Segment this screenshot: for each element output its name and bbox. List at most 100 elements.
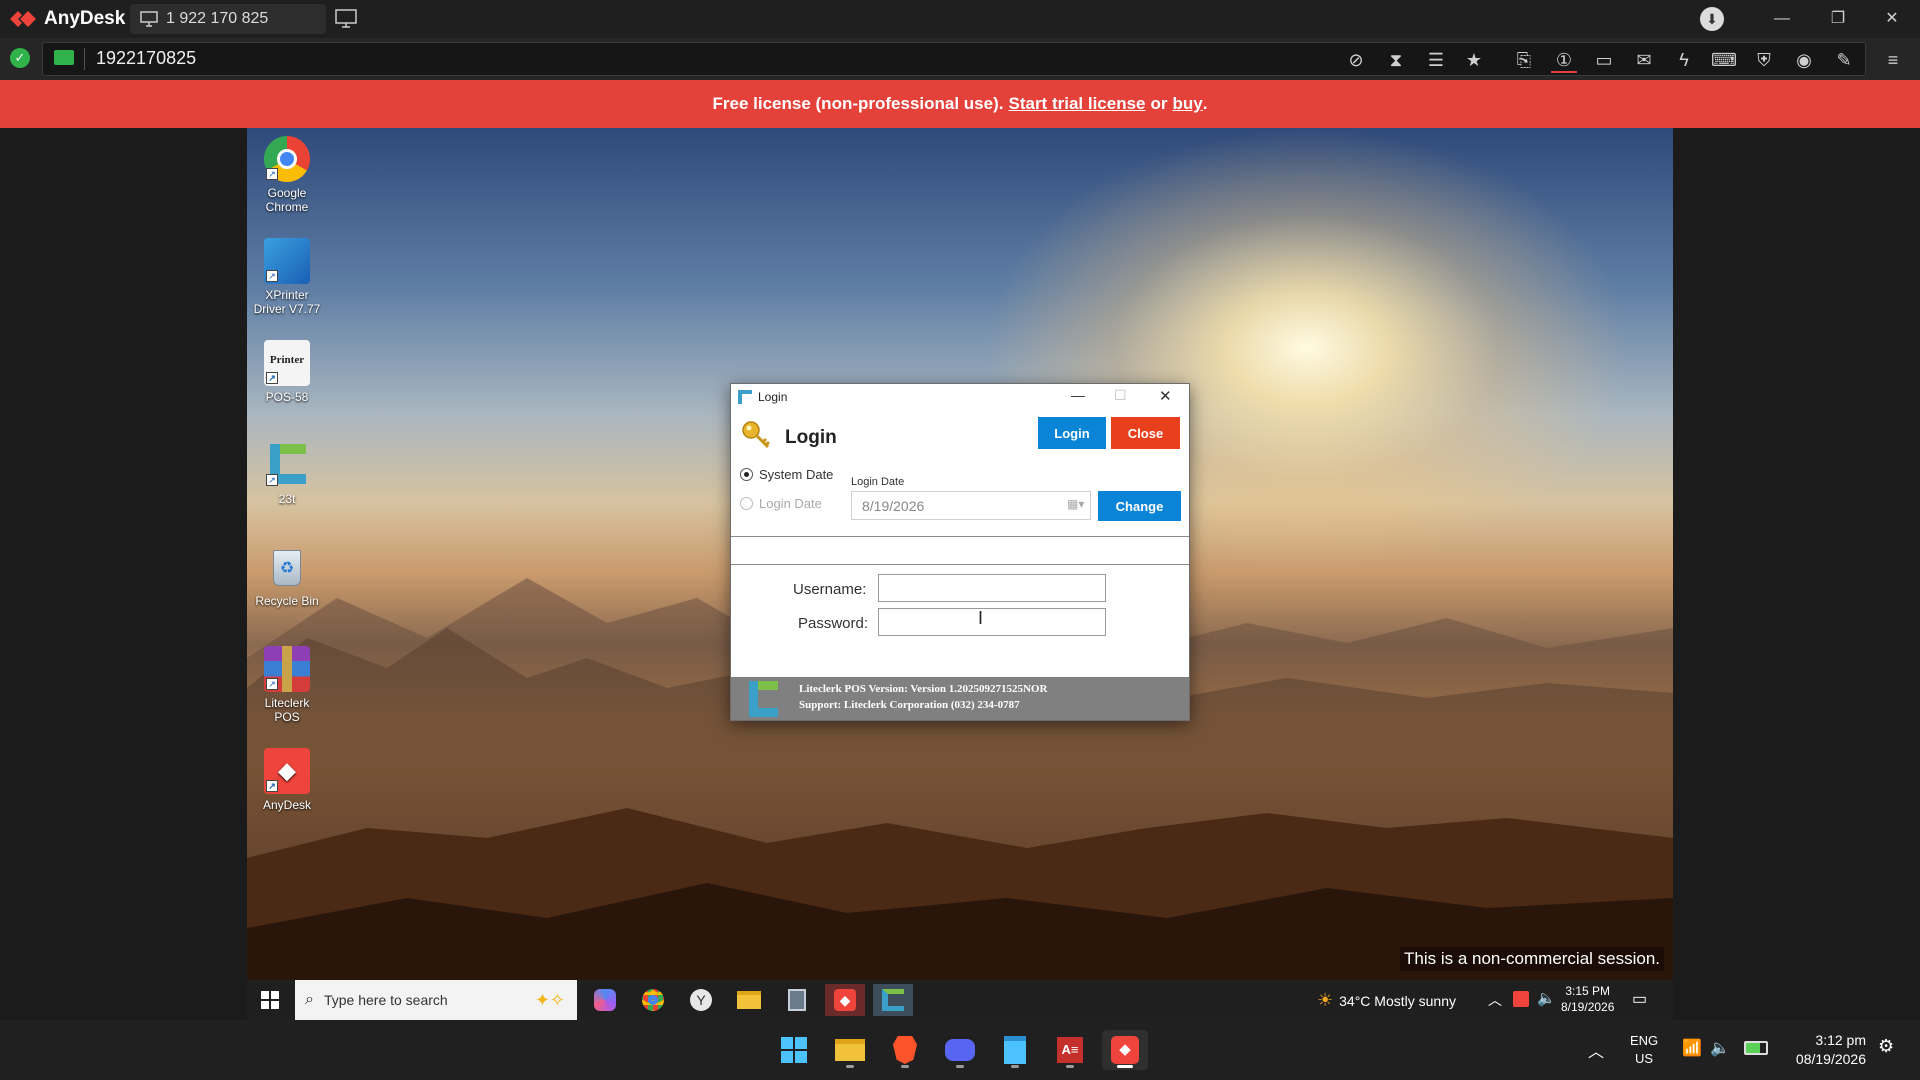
local-anydesk-icon[interactable]: ◆ [1102, 1030, 1148, 1070]
copilot-sparkle-icon: ✦✧ [534, 989, 565, 1010]
access-app-icon[interactable]: A≡ [1047, 1030, 1093, 1070]
remote-volume-icon[interactable]: 🔈 [1537, 989, 1556, 1007]
local-file-explorer-icon[interactable] [827, 1030, 873, 1070]
banner-text: Free license (non-professional use). [712, 94, 1004, 113]
remote-clock[interactable]: 3:15 PM 8/19/2026 [1561, 983, 1614, 1015]
desktop-icon-23t[interactable]: ↗ 23t [251, 442, 323, 506]
notification-center-icon[interactable]: ⚙ [1878, 1036, 1894, 1057]
desktop-icon-chrome[interactable]: ↗ Google Chrome [251, 136, 323, 214]
desktop-icon-label: AnyDesk [262, 798, 312, 812]
session-tab[interactable]: 1 922 170 825 [130, 4, 326, 34]
chat-icon[interactable]: ✉ [1631, 47, 1657, 73]
taskbar-chrome-icon[interactable] [633, 984, 673, 1016]
address-id[interactable]: 1922170825 [96, 48, 196, 69]
desktop-icon-label: Google Chrome [265, 186, 309, 214]
discord-icon[interactable] [937, 1030, 983, 1070]
download-icon[interactable]: ⬇ [1700, 7, 1724, 31]
keyboard-icon[interactable]: ⌨ [1711, 47, 1737, 73]
login-date-caption: Login Date [851, 476, 905, 488]
desktop-icon-anydesk[interactable]: ◆ ↗ AnyDesk [251, 748, 323, 812]
desktop-icon-label: Liteclerk POS [264, 696, 310, 724]
remote-tray-chevron-icon[interactable]: ︿ [1488, 990, 1502, 1010]
language-indicator[interactable]: ENG US [1630, 1032, 1658, 1068]
anydesk-titlebar: AnyDesk 1 922 170 825 ⬇ — ❐ ✕ [0, 0, 1920, 38]
login-date-option[interactable]: Login Date [740, 496, 822, 511]
action-icon[interactable]: ϟ [1671, 47, 1697, 73]
star-icon[interactable]: ★ [1461, 47, 1487, 73]
desktop-icon-xprinter[interactable]: ↗ XPrinter Driver V7.77 [251, 238, 323, 316]
shield-icon[interactable]: ⛨ [1751, 47, 1777, 73]
close-window-icon[interactable]: ✕ [1872, 6, 1912, 32]
printer-icon-text: Printer [269, 354, 305, 366]
taskbar-shield-app-icon[interactable]: Y [681, 984, 721, 1016]
taskbar-file-explorer-icon[interactable] [729, 984, 769, 1016]
banner-period: . [1202, 94, 1208, 113]
login-dialog: Login — ☐ ✕ Login Login Close System Dat… [730, 383, 1190, 721]
weather-widget[interactable]: ☀ 34°C Mostly sunny [1317, 990, 1456, 1011]
whiteboard-pen-icon[interactable]: ✎ [1831, 47, 1857, 73]
desktop-icon-label: Recycle Bin [255, 594, 319, 608]
local-start-icon[interactable] [771, 1030, 817, 1070]
shortcut-arrow-icon: ↗ [266, 780, 278, 792]
session-tab-label: 1 922 170 825 [166, 10, 269, 27]
login-date-picker[interactable]: 8/19/2026 ▦▾ [851, 491, 1091, 520]
local-time: 3:12 pm [1815, 1032, 1866, 1048]
notepad-icon[interactable] [992, 1030, 1038, 1070]
monitor-1-icon[interactable]: ① [1551, 47, 1577, 73]
local-taskbar: A≡ ◆ ︿ ENG US 📶 🔈 3:12 pm 08/19/2026 ⚙ [0, 1020, 1920, 1080]
display-icon[interactable]: ▭ [1591, 47, 1617, 73]
xprinter-icon: ↗ [264, 238, 310, 284]
brave-browser-icon[interactable] [882, 1030, 928, 1070]
desktop-icon-label: POS-58 [265, 390, 309, 404]
volume-icon[interactable]: 🔈 [1710, 1038, 1730, 1058]
key-icon [741, 420, 771, 450]
taskbar-calculator-icon[interactable] [777, 984, 817, 1016]
footer-version: Liteclerk POS Version: Version 1.2025092… [799, 683, 1048, 695]
database-icon[interactable]: ☰ [1423, 47, 1449, 73]
login-button[interactable]: Login [1038, 417, 1106, 449]
remote-search-box[interactable]: ⌕ Type here to search ✦✧ [295, 980, 577, 1020]
login-date-radio[interactable] [740, 497, 753, 510]
hourglass-icon[interactable]: ⧗ [1383, 47, 1409, 73]
username-input[interactable] [878, 574, 1106, 602]
local-clock[interactable]: 3:12 pm 08/19/2026 [1786, 1031, 1866, 1069]
file-transfer-icon[interactable]: ⎘ [1511, 47, 1537, 73]
password-input[interactable] [878, 608, 1106, 636]
privacy-icon[interactable]: ⊘ [1343, 47, 1369, 73]
shortcut-arrow-icon: ↗ [266, 270, 278, 282]
restore-icon[interactable]: ❐ [1818, 6, 1858, 32]
remote-time: 3:15 PM [1565, 984, 1611, 998]
system-date-radio[interactable] [740, 468, 753, 481]
close-button[interactable]: Close [1111, 417, 1180, 449]
liteclerk-app-icon: ↗ [264, 442, 310, 488]
minimize-icon[interactable]: — [1762, 6, 1802, 32]
desktop-icon-pos58[interactable]: Printer ↗ POS-58 [251, 340, 323, 404]
remote-tray-anydesk-icon[interactable] [1513, 991, 1529, 1007]
taskbar-liteclerk-icon[interactable] [873, 984, 913, 1016]
liteclerk-logo-icon [749, 681, 779, 717]
remote-notification-icon[interactable]: ▭ [1632, 989, 1647, 1009]
wifi-icon[interactable]: 📶 [1682, 1038, 1702, 1058]
recording-pro-icon[interactable]: ◉ [1791, 47, 1817, 73]
start-trial-link[interactable]: Start trial license [1008, 94, 1145, 114]
taskbar-anydesk-icon[interactable]: ◆ [825, 984, 865, 1016]
desktop-icon-liteclerk-pos[interactable]: ↗ Liteclerk POS [251, 646, 323, 724]
local-date: 08/19/2026 [1795, 1051, 1866, 1067]
calendar-dropdown-icon[interactable]: ▦▾ [1067, 497, 1084, 511]
change-button[interactable]: Change [1098, 491, 1181, 521]
desktop-icon-recycle-bin[interactable]: ♻ Recycle Bin [251, 544, 323, 608]
system-date-option[interactable]: System Date [740, 467, 833, 482]
remote-start-icon[interactable] [261, 991, 279, 1009]
desktop-icon-label: XPrinter Driver V7.77 [253, 288, 321, 316]
connected-check-icon: ✓ [10, 48, 30, 68]
battery-icon[interactable] [1744, 1041, 1768, 1055]
local-tray-chevron-icon[interactable]: ︿ [1588, 1038, 1604, 1062]
new-session-icon[interactable] [334, 8, 358, 30]
dialog-minimize-icon[interactable]: — [1071, 387, 1085, 403]
buy-link[interactable]: buy [1173, 94, 1203, 114]
copilot-icon[interactable] [585, 984, 625, 1016]
dialog-close-icon[interactable]: ✕ [1159, 387, 1172, 405]
hamburger-menu-icon[interactable]: ≡ [1880, 47, 1906, 73]
dialog-window-title: Login [758, 390, 788, 404]
username-label: Username: [793, 581, 867, 598]
